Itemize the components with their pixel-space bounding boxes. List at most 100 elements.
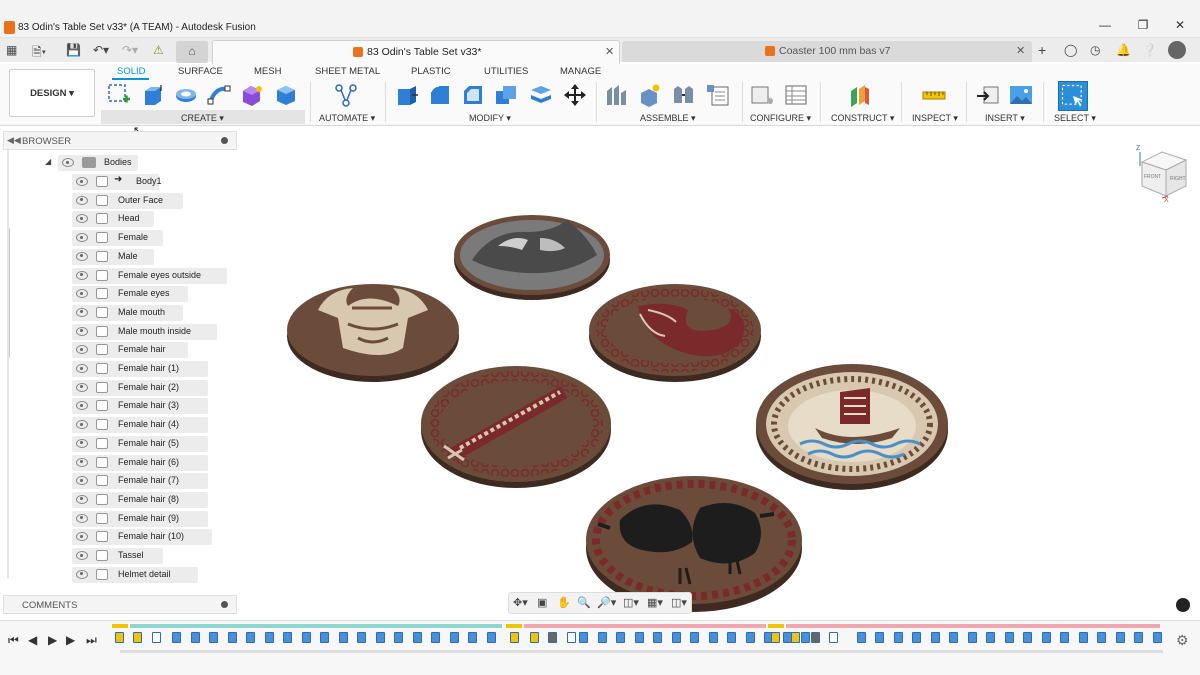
create-group-label[interactable]: CREATE ▾ xyxy=(181,113,224,124)
redo-icon[interactable]: ↷▾ xyxy=(122,43,138,57)
combine-icon[interactable] xyxy=(529,83,553,107)
timeline-feature-icon[interactable] xyxy=(357,632,366,643)
timeline-feature-icon[interactable] xyxy=(301,632,311,643)
timeline-feature-icon[interactable] xyxy=(579,632,588,643)
offset-plane-icon[interactable] xyxy=(848,83,872,107)
timeline-feature-icon[interactable] xyxy=(1041,632,1051,643)
visibility-eye-icon[interactable] xyxy=(76,457,88,467)
coaster-wolf[interactable] xyxy=(454,215,610,300)
browser-body-row[interactable]: Female xyxy=(72,230,200,247)
timeline-feature-icon[interactable] xyxy=(338,632,348,643)
tab-utilities[interactable]: UTILITIES xyxy=(484,66,528,77)
timeline-feature-icon[interactable] xyxy=(727,632,736,643)
extrude-icon[interactable] xyxy=(141,83,165,107)
browser-body-row[interactable]: Female hair (3) xyxy=(72,398,208,415)
visibility-eye-icon[interactable] xyxy=(76,382,88,392)
insert-group-label[interactable]: INSERT ▾ xyxy=(985,113,1025,124)
visibility-eye-icon[interactable] xyxy=(76,494,88,504)
timeline-feature-icon[interactable] xyxy=(811,632,820,643)
browser-body-row[interactable]: Female hair xyxy=(72,342,200,359)
coaster-viking-ship[interactable] xyxy=(756,364,948,490)
timeline-feature-icon[interactable] xyxy=(264,632,274,643)
configuration-table-icon[interactable] xyxy=(784,83,808,107)
form-icon[interactable] xyxy=(240,83,264,107)
step-back-icon[interactable]: ◀ xyxy=(28,633,37,647)
timeline-feature-icon[interactable] xyxy=(133,632,142,643)
insert-image-icon[interactable] xyxy=(1009,83,1033,107)
box-icon[interactable] xyxy=(274,83,298,107)
tab-plastic[interactable]: PLASTIC xyxy=(411,66,451,77)
configure-icon[interactable] xyxy=(750,83,774,107)
visibility-eye-icon[interactable] xyxy=(62,158,74,167)
browser-body-row[interactable]: Female hair (4) xyxy=(72,417,208,434)
minimize-icon[interactable]: — xyxy=(1095,18,1115,32)
browser-body-row[interactable]: Outer Face xyxy=(72,192,200,209)
timeline-feature-icon[interactable] xyxy=(949,632,958,643)
timeline-feature-icon[interactable] xyxy=(394,632,403,643)
timeline-feature-icon[interactable] xyxy=(172,632,181,643)
timeline-feature-icon[interactable] xyxy=(912,632,921,643)
timeline-feature-icon[interactable] xyxy=(690,632,699,643)
timeline-feature-icon[interactable] xyxy=(745,632,755,643)
timeline-feature-icon[interactable] xyxy=(190,632,200,643)
construct-group-label[interactable]: CONSTRUCT ▾ xyxy=(831,113,894,124)
browser-body-row[interactable]: Female hair (9) xyxy=(72,510,208,527)
viewcube[interactable]: FRONT RIGHT Z X xyxy=(1136,142,1194,204)
browser-body-row[interactable]: Tassel xyxy=(72,548,200,564)
go-to-end-icon[interactable]: ⏭ xyxy=(86,633,97,648)
fit-icon[interactable]: 🔎▾ xyxy=(597,596,616,609)
timeline-feature-icon[interactable] xyxy=(875,632,884,643)
timeline-feature-icon[interactable] xyxy=(771,632,780,643)
tab-mesh[interactable]: MESH xyxy=(254,66,281,77)
home-icon[interactable]: ⌂ xyxy=(176,41,208,63)
browser-body-row[interactable]: Male mouth inside xyxy=(72,323,218,340)
browser-body-row[interactable]: Head xyxy=(72,211,200,228)
timeline-feature-icon[interactable] xyxy=(431,632,440,643)
notifications-icon[interactable]: 🔔 xyxy=(1116,43,1131,57)
visibility-eye-icon[interactable] xyxy=(76,251,88,261)
new-tab-icon[interactable]: + xyxy=(1038,42,1046,58)
select-icon[interactable] xyxy=(1058,81,1088,111)
timeline-feature-icon[interactable] xyxy=(671,632,681,643)
browser-body-row[interactable]: Male mouth xyxy=(72,304,200,321)
visibility-eye-icon[interactable] xyxy=(76,569,88,579)
create-sketch-icon[interactable] xyxy=(107,83,131,107)
timeline-feature-icon[interactable] xyxy=(829,632,838,643)
visibility-eye-icon[interactable] xyxy=(76,438,88,448)
pan-icon[interactable]: ✋ xyxy=(557,596,571,609)
browser-body-row[interactable]: Female hair (1) xyxy=(72,361,208,377)
automate-group-label[interactable]: AUTOMATE ▾ xyxy=(319,113,375,124)
job-status-icon[interactable]: ◷ xyxy=(1090,43,1100,57)
visibility-eye-icon[interactable] xyxy=(76,270,88,280)
shell-icon[interactable] xyxy=(494,83,518,107)
timeline-feature-icon[interactable] xyxy=(1023,632,1032,643)
close-window-icon[interactable]: ✕ xyxy=(1170,18,1190,32)
browser-body-row[interactable]: Male xyxy=(72,248,200,265)
document-tab-inactive[interactable]: Coaster 100 mm bas v7 ✕ xyxy=(622,41,1032,62)
new-component-icon[interactable] xyxy=(605,83,629,107)
comments-add-icon[interactable] xyxy=(221,601,228,608)
timeline-feature-icon[interactable] xyxy=(856,632,866,643)
timeline-feature-icon[interactable] xyxy=(967,632,977,643)
grid-settings-icon[interactable]: ▦▾ xyxy=(647,596,663,609)
timeline-feature-icon[interactable] xyxy=(246,632,255,643)
timeline-feature-icon[interactable] xyxy=(468,632,477,643)
timeline-feature-icon[interactable] xyxy=(986,632,995,643)
go-to-start-icon[interactable]: ⏮ xyxy=(8,633,19,648)
timeline-feature-icon[interactable] xyxy=(634,632,644,643)
timeline-feature-icon[interactable] xyxy=(567,632,576,643)
recovery-icon[interactable]: ⚠ xyxy=(153,43,164,57)
orbit-icon[interactable]: ✥▾ xyxy=(513,596,528,609)
help-icon[interactable]: ❔ xyxy=(1142,43,1157,57)
timeline-feature-icon[interactable] xyxy=(449,632,459,643)
look-at-icon[interactable]: ▣ xyxy=(537,596,547,609)
document-tab-active[interactable]: 83 Odin's Table Set v33* ✕ xyxy=(212,40,620,64)
play-icon[interactable]: ▶ xyxy=(48,633,57,647)
timeline-feature-icon[interactable] xyxy=(115,632,124,643)
chamfer-icon[interactable] xyxy=(461,83,485,107)
visibility-eye-icon[interactable] xyxy=(76,326,88,336)
browser-body-row[interactable]: Female hair (6) xyxy=(72,454,208,471)
display-settings-icon[interactable]: ◫▾ xyxy=(623,596,639,609)
tab-manage[interactable]: MANAGE xyxy=(560,66,601,77)
collapse-panel-icon[interactable]: ◀◀ xyxy=(7,135,21,146)
